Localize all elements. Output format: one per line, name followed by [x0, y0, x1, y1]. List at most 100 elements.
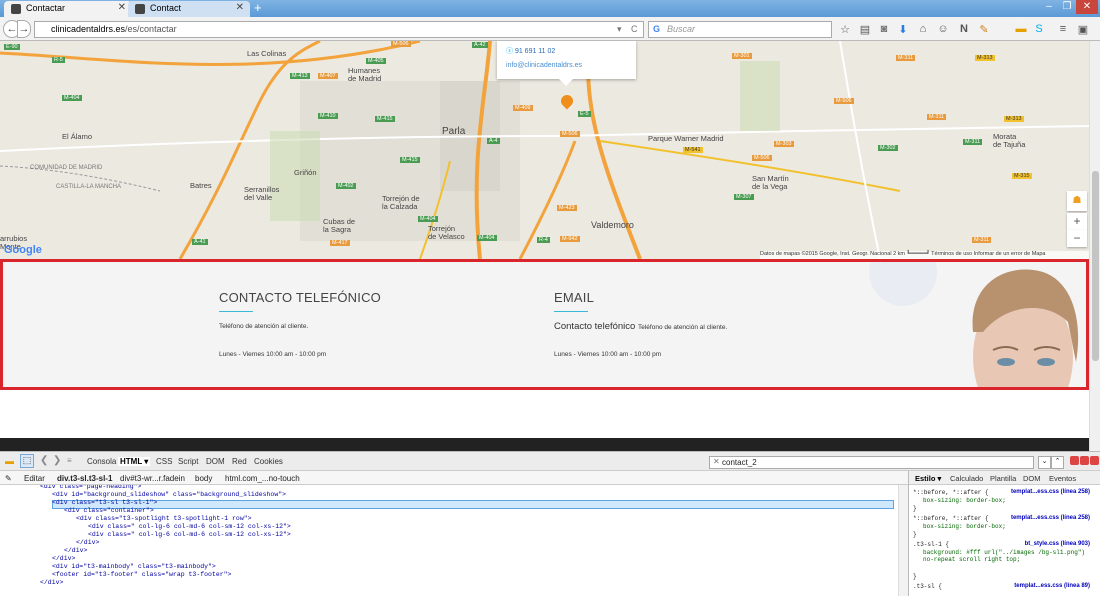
tab-dom-side[interactable]: DOM [1023, 474, 1041, 483]
tab-contact[interactable]: Contact ✕ [128, 1, 250, 17]
html-tree-node[interactable]: <div class="t3-sl t3-sl-1"> [52, 499, 157, 507]
html-panel-scrollbar[interactable] [898, 485, 908, 596]
road-shield: M-404 [477, 235, 497, 241]
close-window-button[interactable]: ✕ [1076, 0, 1098, 14]
contact-email-title: EMAIL [554, 290, 595, 312]
scrollbar-thumb[interactable] [1092, 171, 1099, 361]
breadcrumb-edit-icon[interactable]: ✎ [5, 474, 12, 483]
extension-2-icon[interactable]: ▣ [1076, 23, 1090, 36]
breadcrumb-item[interactable]: body [195, 474, 212, 483]
html-tree-node[interactable]: <div class=" col-lg-6 col-md-6 col-sm-12… [88, 523, 291, 531]
css-selector[interactable]: *::before, *::after { [913, 515, 989, 522]
tab-dom[interactable]: DOM [206, 457, 225, 466]
back-icon[interactable]: ❮ [40, 455, 48, 466]
url-dropdown-icon[interactable]: ▾ [617, 24, 622, 35]
clear-icon[interactable]: ✕ [713, 457, 720, 466]
css-declaration[interactable]: background: #fff url("../images /bg-sl1.… [923, 549, 1093, 563]
hello-icon[interactable]: ☺ [936, 23, 950, 35]
css-selector[interactable]: .t3-sl { [913, 583, 942, 590]
url-bar[interactable]: clinicadentaldrs.es/es/contactar ▾ C [34, 21, 644, 38]
search-up-icon[interactable]: ⌃ [1051, 456, 1064, 469]
close-tab-icon[interactable]: ✕ [236, 2, 244, 13]
home-icon[interactable]: ⌂ [916, 23, 930, 35]
tab-css[interactable]: CSS [156, 457, 172, 466]
maximize-button[interactable]: ❐ [1058, 0, 1076, 14]
breadcrumb-item[interactable]: div#t3-wr...r.fadein [120, 474, 185, 483]
road-shield: M-407 [318, 73, 338, 79]
download-icon[interactable]: ⬇ [896, 23, 910, 36]
google-logo[interactable]: Google [4, 244, 42, 256]
firebug-icon[interactable]: ▬ [5, 456, 14, 466]
html-tree-node[interactable]: <div class="t3-spotlight t3-spotlight-1 … [76, 515, 252, 523]
breadcrumb-item[interactable]: html.com_...no-touch [225, 474, 300, 483]
close-tab-icon[interactable]: ✕ [118, 2, 126, 13]
tab-contactar[interactable]: Contactar ✕ [4, 1, 132, 17]
css-source-link[interactable]: templat...ess.css (línea 89) [1014, 583, 1090, 589]
html-tree-node[interactable]: </div> [64, 547, 87, 555]
url-path: /es/contactar [125, 24, 177, 34]
html-tree-node[interactable]: <div class=" col-lg-6 col-md-6 col-sm-12… [88, 531, 291, 539]
css-source-link[interactable]: bt_style.css (línea 903) [1025, 541, 1090, 547]
breadcrumb-item[interactable]: div.t3-sl.t3-sl-1 [57, 474, 112, 483]
favicon-icon [11, 4, 21, 14]
devtools-search-input[interactable]: ✕ contact_2 [709, 456, 1034, 469]
minimize-button[interactable]: – [1040, 0, 1058, 14]
noscript-icon[interactable]: N [957, 23, 971, 35]
css-source-link[interactable]: templat...ess.css (línea 258) [1011, 489, 1090, 495]
place-label: Torrejón de la Calzada [382, 194, 420, 211]
tab-script[interactable]: Script [178, 457, 198, 466]
menu-icon[interactable]: ≡ [1056, 23, 1070, 35]
detach-icon[interactable] [1070, 456, 1079, 465]
html-tree-node[interactable]: </div> [52, 555, 75, 563]
google-map[interactable]: Las Colinas Humanes de Madrid El Álamo P… [0, 41, 1089, 259]
edit-button[interactable]: Editar [24, 474, 45, 483]
tab-net[interactable]: Red [232, 457, 247, 466]
reload-icon[interactable]: C [631, 24, 638, 34]
tab-events[interactable]: Eventos [1049, 474, 1076, 483]
css-selector[interactable]: .t3-sl-1 { [913, 541, 949, 548]
tab-style[interactable]: Estilo ▾ [915, 474, 941, 483]
new-tab-button[interactable]: + [254, 1, 262, 15]
road-shield: M-302 [878, 145, 898, 151]
skype-icon[interactable]: S [1032, 23, 1046, 35]
extension-icon[interactable]: ✎ [977, 23, 991, 36]
html-tree-panel[interactable]: <div class="page-heading"> <div id="backg… [0, 485, 898, 596]
pegman-icon[interactable]: ☗ [1067, 191, 1087, 211]
tab-html[interactable]: HTML ▾ [118, 457, 151, 466]
tab-bar: Contactar ✕ Contact ✕ + – ❐ ✕ [0, 0, 1100, 17]
css-declaration[interactable]: box-sizing: border-box; [923, 523, 1093, 530]
forward-button[interactable]: → [17, 20, 31, 38]
search-down-icon[interactable]: ⌄ [1038, 456, 1051, 469]
tab-console[interactable]: Consola [87, 457, 116, 466]
footer-bar [0, 438, 1089, 451]
road-shield: M-402 [336, 183, 356, 189]
command-line-icon[interactable]: ≡ [67, 456, 72, 465]
close-devtools-icon[interactable] [1090, 456, 1099, 465]
css-selector[interactable]: *::before, *::after { [913, 489, 989, 496]
css-source-link[interactable]: templat...ess.css (línea 258) [1011, 515, 1090, 521]
html-tree-node[interactable]: <footer id="t3-footer" class="wrap t3-fo… [52, 571, 231, 579]
html-tree-node[interactable]: <div id="background_slideshow" class="ba… [52, 491, 286, 499]
search-input[interactable]: G Buscar [648, 21, 832, 38]
bookmarks-list-icon[interactable]: ▤ [858, 23, 872, 36]
zoom-in-button[interactable]: + [1067, 213, 1087, 230]
html-tree-node[interactable]: <div id="t3-mainbody" class="t3-mainbody… [52, 563, 216, 571]
css-declaration[interactable]: box-sizing: border-box; [923, 497, 1093, 504]
pocket-icon[interactable]: ◙ [877, 23, 891, 35]
info-email[interactable]: info@clinicadentaldrs.es [506, 62, 636, 69]
minimize-devtools-icon[interactable] [1080, 456, 1089, 465]
bookmark-star-icon[interactable]: ☆ [838, 23, 852, 36]
tab-layout[interactable]: Plantilla [990, 474, 1016, 483]
map-attribution[interactable]: Datos de mapas ©2015 Google, Inst. Geogr… [760, 251, 1089, 259]
info-phone[interactable]: ⓢ 91 691 11 02 [506, 46, 636, 56]
tab-computed[interactable]: Calculado [950, 474, 983, 483]
zoom-out-button[interactable]: − [1067, 230, 1087, 247]
forward-icon[interactable]: ❯ [53, 455, 61, 466]
firebug-icon[interactable]: ▬ [1014, 23, 1028, 35]
page-scrollbar[interactable] [1089, 41, 1100, 451]
html-tree-node[interactable]: </div> [76, 539, 99, 547]
tab-cookies[interactable]: Cookies [254, 457, 283, 466]
html-tree-node[interactable]: <div class="container"> [64, 507, 154, 515]
html-tree-node[interactable]: </div> [40, 579, 63, 587]
inspect-icon[interactable]: ⬚ [20, 454, 34, 468]
